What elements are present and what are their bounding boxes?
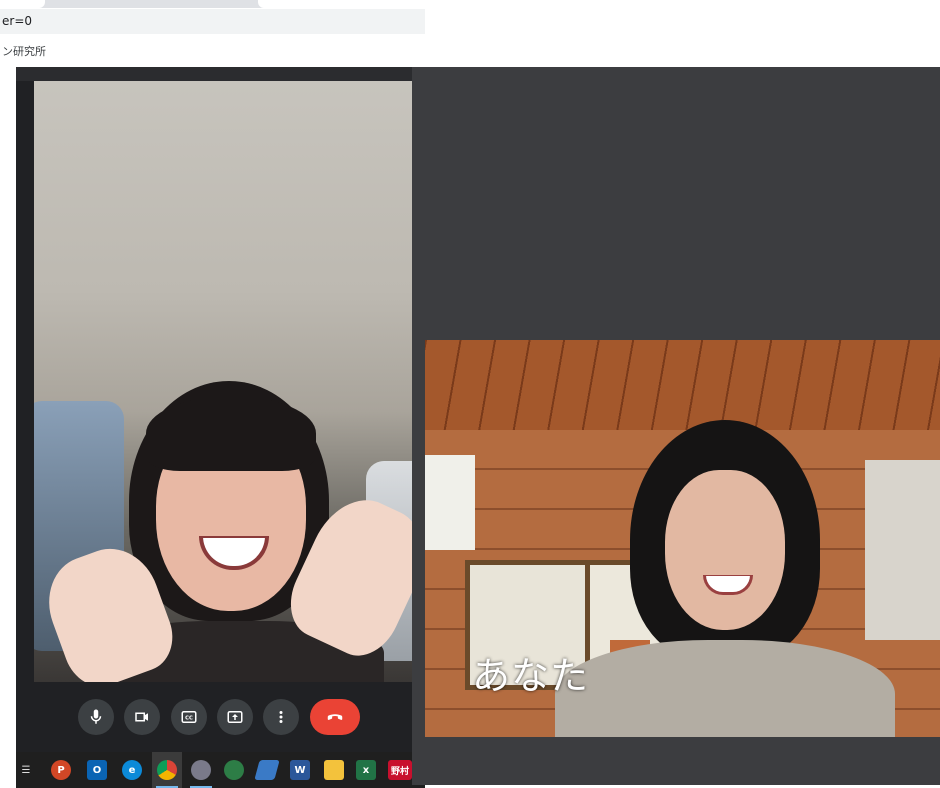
- shelf: [865, 460, 940, 640]
- microphone-button[interactable]: [78, 699, 114, 735]
- self-face: [665, 470, 785, 630]
- phone-hangup-icon: [327, 714, 343, 720]
- tab-strip: [0, 0, 425, 8]
- wall-poster: [425, 455, 475, 550]
- more-vert-icon: [279, 711, 283, 723]
- chrome-icon[interactable]: [157, 760, 177, 780]
- browser-tab[interactable]: [258, 0, 425, 8]
- participant-bangs: [146, 396, 316, 471]
- windows-taskbar: ☰ P O e W x 野村: [16, 752, 425, 788]
- word-icon[interactable]: W: [290, 760, 310, 780]
- app-icon[interactable]: [254, 760, 280, 780]
- captions-button[interactable]: CC: [171, 699, 207, 735]
- more-options-button[interactable]: [263, 699, 299, 735]
- hang-up-button[interactable]: [310, 699, 360, 735]
- file-explorer-icon[interactable]: [324, 760, 344, 780]
- nomura-icon[interactable]: 野村: [388, 760, 412, 780]
- remote-participant-video[interactable]: [34, 81, 426, 682]
- stage-bottom-band: [425, 737, 940, 785]
- svg-text:CC: CC: [185, 716, 193, 722]
- mic-icon: [90, 709, 102, 724]
- powerpoint-icon[interactable]: P: [51, 760, 71, 780]
- excel-icon[interactable]: x: [356, 760, 376, 780]
- task-view-icon[interactable]: ☰: [16, 760, 36, 780]
- edge-icon[interactable]: e: [122, 760, 142, 780]
- address-text: er=0: [2, 14, 33, 28]
- present-button[interactable]: [217, 699, 253, 735]
- meet-top-band: [16, 67, 425, 81]
- self-view-video[interactable]: あなた: [425, 340, 940, 737]
- call-controls-bar: CC: [16, 682, 425, 752]
- wood-ceiling: [425, 340, 940, 430]
- browser-tab[interactable]: [0, 0, 45, 8]
- closed-captions-icon: CC: [181, 711, 197, 723]
- video-camera-icon: [135, 712, 148, 722]
- self-view-label: あなた: [472, 654, 590, 698]
- address-bar[interactable]: er=0: [0, 9, 425, 34]
- camera-button[interactable]: [124, 699, 160, 735]
- meet-window: CC: [16, 67, 426, 752]
- present-screen-icon: [227, 711, 243, 723]
- paint-icon[interactable]: [191, 760, 211, 780]
- installer-icon[interactable]: [224, 760, 244, 780]
- browser-chrome: er=0 ン研究所: [0, 0, 425, 68]
- self-sweater: [555, 640, 895, 737]
- page-subtitle: ン研究所: [2, 45, 46, 58]
- outlook-icon[interactable]: O: [87, 760, 107, 780]
